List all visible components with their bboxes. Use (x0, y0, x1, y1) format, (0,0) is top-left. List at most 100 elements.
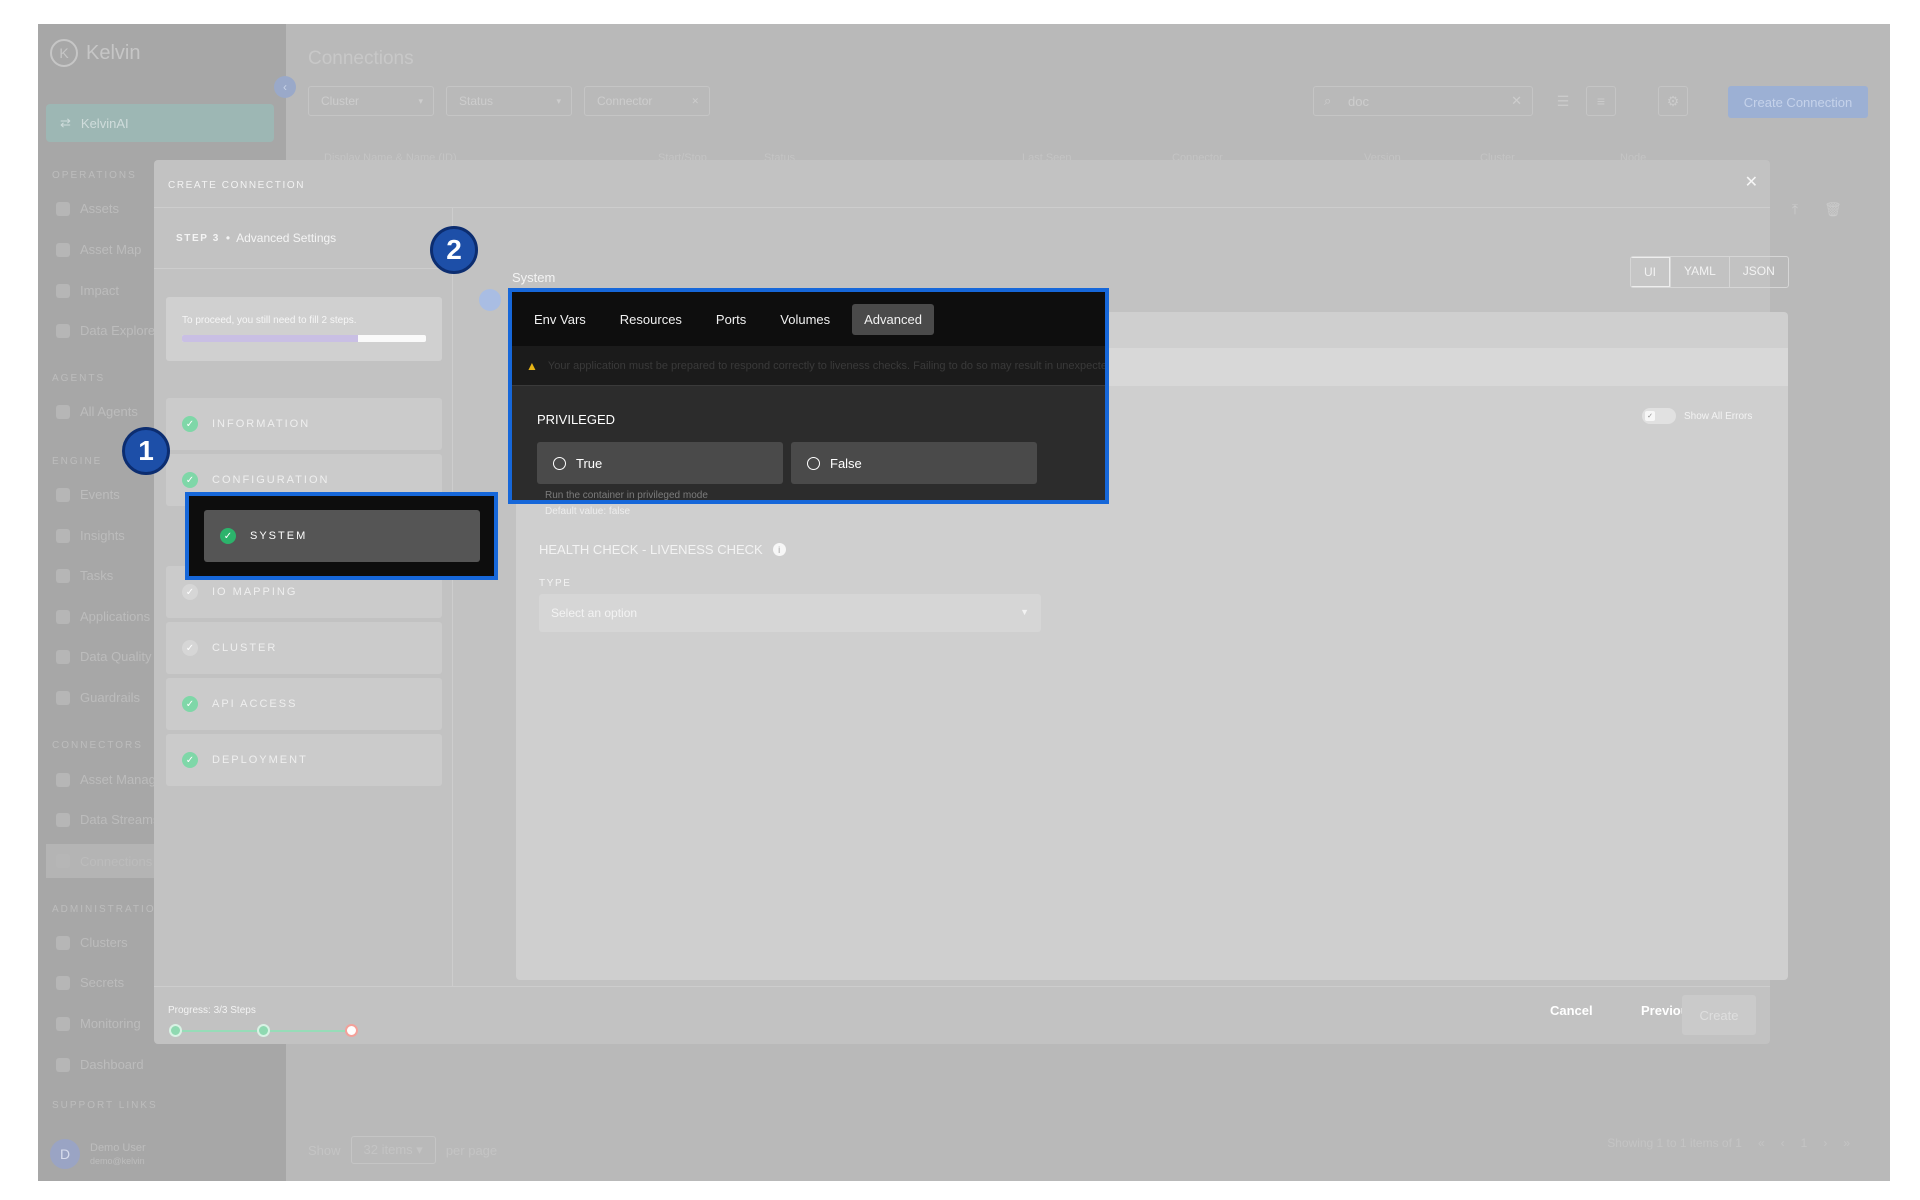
config-tabs: Env Vars Resources Ports Volumes Advance… (512, 292, 1105, 346)
view-mode-json[interactable]: JSON (1728, 257, 1788, 287)
sidebar-item-asset-manager[interactable]: Asset Manager (56, 772, 167, 787)
tab-ports[interactable]: Ports (704, 304, 758, 335)
asset-manager-icon (56, 772, 70, 787)
sidebar-item-tasks[interactable]: Tasks (56, 568, 113, 583)
prev-page-icon[interactable]: ‹ (1781, 1136, 1785, 1150)
globe-icon (56, 242, 70, 257)
last-page-icon[interactable]: » (1843, 1136, 1850, 1150)
privileged-true-option[interactable]: True (537, 442, 783, 484)
checkbox-icon: ✓ (1645, 411, 1655, 421)
sidebar-item-label: Data Explorer (80, 323, 160, 338)
view-mode-ui[interactable]: UI (1631, 257, 1670, 287)
filter-connector[interactable]: Connector ✕ (584, 86, 710, 116)
nav-section-operations: OPERATIONS (52, 170, 137, 181)
sidebar-item-applications[interactable]: Applications (56, 609, 150, 624)
warning-text: Your application must be prepared to res… (547, 359, 1109, 372)
type-select[interactable]: Select an option ▼ (539, 594, 1041, 632)
show-all-errors-toggle[interactable]: ✓ Show All Errors (1642, 408, 1752, 424)
sidebar-item-data-streams[interactable]: Data Streams (56, 812, 159, 827)
tag-icon (56, 528, 70, 543)
apps-grid-icon (56, 609, 70, 624)
gear-icon[interactable]: ⚙ (1658, 86, 1688, 116)
tab-volumes[interactable]: Volumes (768, 304, 842, 335)
tab-resources[interactable]: Resources (608, 304, 694, 335)
sidebar-item-label: Insights (80, 528, 125, 543)
upload-icon[interactable]: ⤒ (1780, 194, 1810, 224)
list-view-icon[interactable]: ≡ (1586, 86, 1616, 116)
step-deployment[interactable]: ✓ DEPLOYMENT (166, 734, 442, 786)
callout-badge-2: 2 (430, 226, 478, 274)
tab-env-vars[interactable]: Env Vars (522, 304, 598, 335)
chart-icon (56, 323, 70, 338)
first-page-icon[interactable]: « (1758, 1136, 1765, 1150)
close-icon[interactable]: ✕ (1745, 172, 1758, 192)
step-information[interactable]: ✓ INFORMATION (166, 398, 442, 450)
sidebar-item-events[interactable]: Events (56, 487, 120, 502)
privileged-default: Default value: false (545, 506, 631, 517)
streams-icon (56, 812, 70, 827)
view-mode-yaml[interactable]: YAML (1670, 257, 1729, 287)
step-system[interactable]: ✓ SYSTEM (204, 510, 480, 562)
next-page-icon[interactable]: › (1823, 1136, 1827, 1150)
sidebar-item-clusters[interactable]: Clusters (56, 935, 128, 950)
sidebar-item-impact[interactable]: Impact (56, 283, 119, 298)
user-name: Demo User (90, 1142, 146, 1154)
sidebar-item-assets[interactable]: Assets (56, 201, 119, 216)
check-circle-icon: ✓ (182, 696, 198, 712)
sidebar-item-guardrails[interactable]: Guardrails (56, 690, 140, 705)
step-label: API ACCESS (212, 698, 298, 710)
sidebar-item-asset-map[interactable]: Asset Map (56, 242, 141, 257)
nav-section-connectors: CONNECTORS (52, 740, 143, 751)
info-icon[interactable]: i (772, 543, 786, 556)
modal-title: CREATE CONNECTION (168, 180, 306, 191)
toggle-switch[interactable]: ✓ (1642, 408, 1676, 424)
workspace-swap-icon: ⇄ (60, 115, 71, 130)
workspace-switcher[interactable]: ⇄ KelvinAI (46, 104, 274, 142)
step-api-access[interactable]: ✓ API ACCESS (166, 678, 442, 730)
sidebar-item-label: Clusters (80, 935, 128, 950)
user-menu[interactable]: D Demo User demo@kelvin (50, 1139, 146, 1169)
sidebar-item-data-quality[interactable]: Data Quality (56, 649, 152, 664)
cancel-button[interactable]: Cancel (1550, 1003, 1593, 1018)
type-label: TYPE (539, 578, 572, 589)
close-icon[interactable]: ✕ (691, 96, 699, 107)
liveness-warning: ▲ Your application must be prepared to r… (512, 346, 1105, 386)
tab-advanced[interactable]: Advanced (852, 303, 934, 335)
sidebar-item-label: Asset Map (80, 242, 142, 257)
callout-anchor-dot (479, 289, 501, 311)
page-number[interactable]: 1 (1801, 1136, 1808, 1150)
progress-step-dot (169, 1024, 182, 1037)
filter-status[interactable]: Status ▾ (446, 86, 572, 116)
privileged-false-option[interactable]: False (791, 442, 1037, 484)
per-page-select[interactable]: 32 items ▾ (350, 1136, 436, 1164)
sidebar-item-secrets[interactable]: Secrets (56, 975, 124, 990)
sidebar-item-data-explorer[interactable]: Data Explorer (56, 323, 159, 338)
sidebar-item-dashboard[interactable]: Dashboard (56, 1057, 144, 1072)
trash-icon[interactable]: 🗑 (1818, 194, 1848, 224)
sidebar-item-all-agents[interactable]: All Agents (56, 404, 138, 419)
option-label: False (830, 455, 862, 471)
nav-section-support-links[interactable]: SUPPORT LINKS (52, 1100, 158, 1111)
kelvin-logo-icon: K (50, 39, 78, 67)
create-connection-button[interactable]: Create Connection (1728, 86, 1868, 118)
create-button[interactable]: Create (1682, 995, 1756, 1035)
sidebar-item-monitoring[interactable]: Monitoring (56, 1016, 141, 1031)
radio-icon (807, 456, 820, 470)
sidebar-collapse-button[interactable]: ‹ (274, 76, 296, 98)
sidebar-item-label: Dashboard (80, 1057, 144, 1072)
clear-search-icon[interactable]: ✕ (1511, 93, 1522, 109)
highlight-system-step: ✓ SYSTEM (185, 492, 498, 580)
step-cluster[interactable]: ✓ CLUSTER (166, 622, 442, 674)
sidebar-item-label: Events (80, 487, 120, 502)
sidebar-item-label: Connections (80, 853, 153, 869)
check-circle-icon: ✓ (182, 752, 198, 768)
sort-icon[interactable]: ☰ (1548, 86, 1578, 116)
filter-cluster[interactable]: Cluster ▾ (308, 86, 434, 116)
sidebar-item-insights[interactable]: Insights (56, 528, 125, 543)
step-label: DEPLOYMENT (212, 754, 308, 766)
search-input[interactable]: ⌕ doc ✕ (1313, 86, 1533, 116)
connections-icon (56, 854, 70, 868)
brand[interactable]: K Kelvin (50, 38, 140, 68)
search-icon: ⌕ (1324, 93, 1332, 108)
tasks-icon (56, 568, 70, 583)
